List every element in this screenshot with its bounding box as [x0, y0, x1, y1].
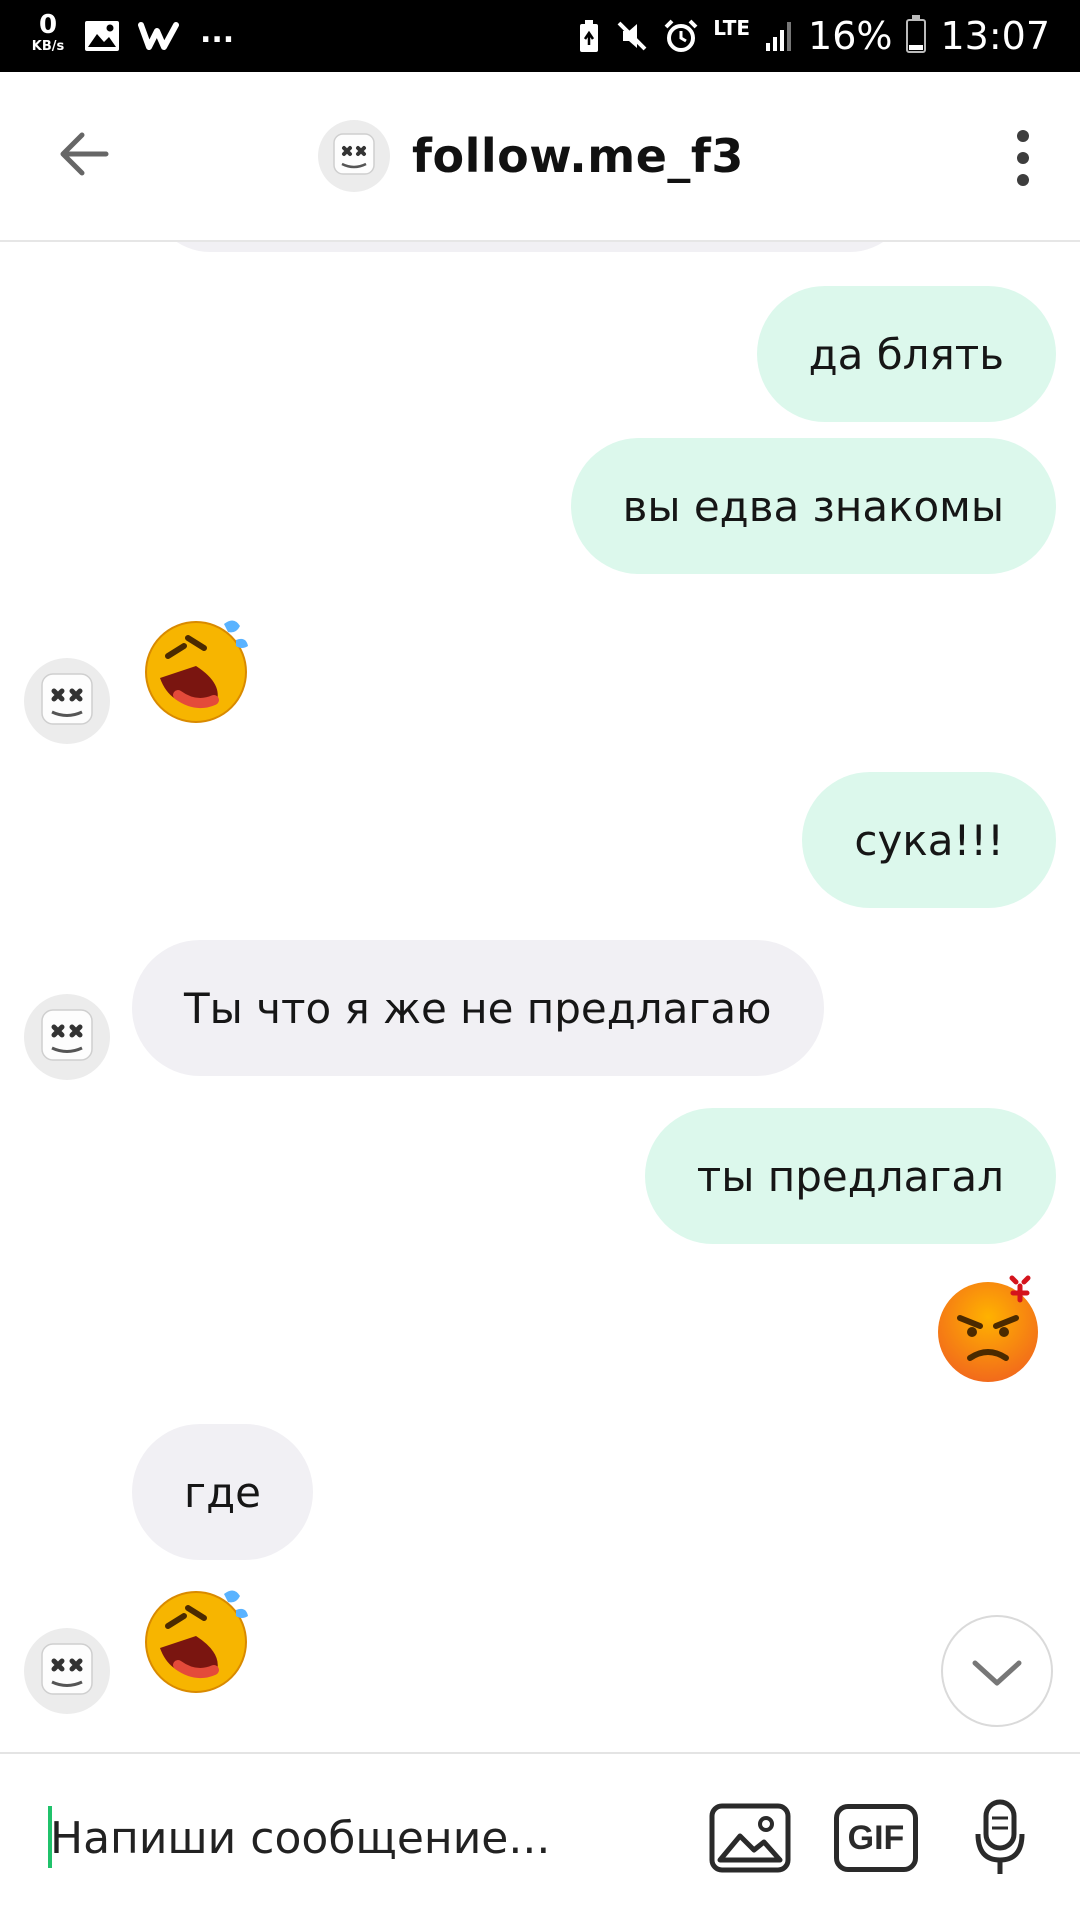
menu-dot: [1017, 174, 1029, 186]
marshmallow-avatar-icon: [333, 133, 375, 175]
gallery-icon: [85, 21, 119, 51]
message-text: да блять: [808, 329, 1004, 379]
back-arrow-icon[interactable]: [52, 122, 116, 186]
message-bubble-outgoing[interactable]: ты предлагал: [644, 1108, 1056, 1244]
message-text: вы едва знакомы: [622, 481, 1004, 531]
rolling-laughing-emoji-icon[interactable]: [138, 612, 254, 728]
chevron-down-icon: [972, 1660, 1022, 1686]
gif-button[interactable]: GIF: [834, 1804, 918, 1872]
battery-saver-icon: [580, 20, 599, 52]
battery-icon: [906, 15, 927, 53]
wattpad-icon: [138, 22, 179, 50]
marshmallow-avatar-icon: [41, 673, 93, 725]
message-text: ты предлагал: [696, 1151, 1004, 1201]
message-bubble-incoming[interactable]: Ты что я же не предлагаю: [132, 940, 824, 1076]
gif-label: GIF: [847, 1818, 905, 1857]
notification-icons: ...: [84, 14, 235, 56]
message-text: Ты что я же не предлагаю: [184, 983, 772, 1033]
network-type: LTE: [713, 16, 751, 40]
message-bubble-incoming[interactable]: где: [132, 1424, 313, 1560]
chat-header: follow.me_f3: [0, 72, 1080, 242]
image-icon[interactable]: [708, 1800, 792, 1876]
clock: 13:07: [940, 14, 1050, 58]
message-bubble-outgoing[interactable]: да блять: [756, 286, 1056, 422]
network-speed: 0 KB/s: [26, 12, 70, 53]
network-speed-unit: KB/s: [31, 39, 65, 54]
status-bar: 0 KB/s ... LTE 16% 13:07: [0, 0, 1080, 72]
sender-avatar[interactable]: [24, 994, 110, 1080]
microphone-icon[interactable]: [972, 1798, 1028, 1878]
sender-avatar[interactable]: [24, 1628, 110, 1714]
scroll-to-bottom-button[interactable]: [941, 1615, 1053, 1727]
message-list[interactable]: да блять вы едва знакомы сука!!! Ты что: [0, 242, 1080, 1752]
more-notifications: ...: [200, 14, 235, 50]
message-text: сука!!!: [854, 815, 1004, 865]
chat-contact[interactable]: follow.me_f3: [318, 120, 744, 192]
message-bubble-outgoing[interactable]: вы едва знакомы: [570, 438, 1056, 574]
marshmallow-avatar-icon: [41, 1643, 93, 1695]
more-options-icon[interactable]: [1008, 130, 1038, 186]
partial-message-bubble: [150, 242, 910, 252]
signal-icon: [766, 22, 792, 51]
message-input[interactable]: [50, 1794, 670, 1882]
network-speed-value: 0: [38, 10, 58, 40]
sender-avatar[interactable]: [24, 658, 110, 744]
contact-name[interactable]: follow.me_f3: [412, 129, 744, 183]
angry-face-emoji-icon[interactable]: [932, 1272, 1048, 1388]
menu-dot: [1017, 130, 1029, 142]
battery-percent: 16%: [808, 14, 893, 58]
message-text: где: [184, 1467, 261, 1517]
marshmallow-avatar-icon: [41, 1009, 93, 1061]
menu-dot: [1017, 152, 1029, 164]
mute-icon: [617, 21, 647, 51]
message-bubble-outgoing[interactable]: сука!!!: [802, 772, 1056, 908]
contact-avatar[interactable]: [318, 120, 390, 192]
message-composer: GIF: [0, 1752, 1080, 1922]
rolling-laughing-emoji-icon[interactable]: [138, 1582, 254, 1698]
system-icons: LTE 16% 13:07: [577, 10, 1050, 62]
alarm-icon: [664, 19, 698, 52]
